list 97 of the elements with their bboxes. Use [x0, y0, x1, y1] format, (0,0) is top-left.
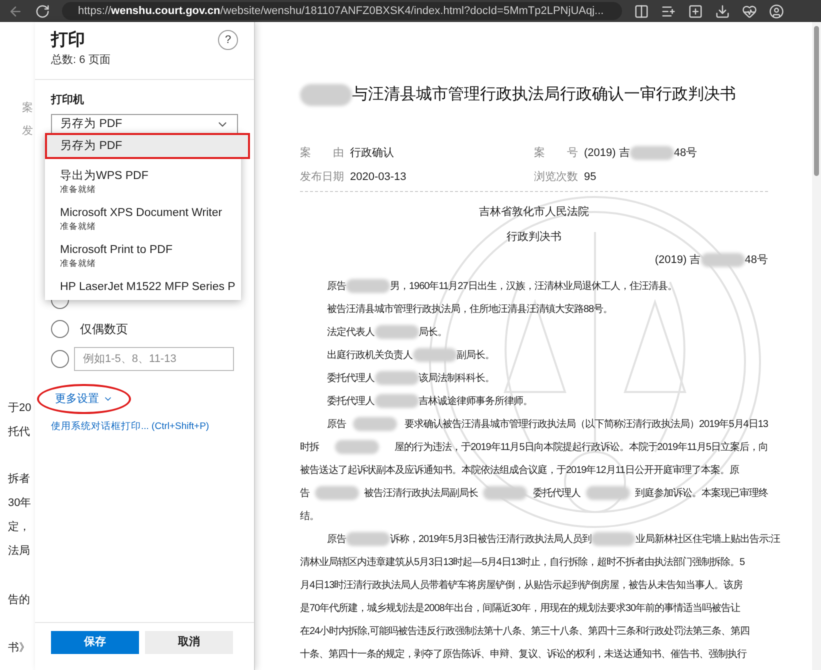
page-count: 总数: 6 页面: [51, 53, 110, 68]
redacted-block: [334, 440, 379, 454]
redacted-block: [300, 84, 352, 106]
option-label: 仅偶数页: [80, 320, 128, 338]
page-text: 30年: [8, 496, 32, 511]
document-text: 业局新林社区住宅墙上贴出告示:汪: [635, 532, 780, 546]
document-text: 被告汪清县城市管理行政执法局，住所地汪清县汪清镇大安路88号。: [327, 302, 613, 316]
panel-title: 打印: [51, 29, 86, 51]
document-text: 在24小时内拆除,可能吗被告违反行政强制法第十八条、第三十八条、第四十三条和行政处罚法第三条、第四: [300, 624, 750, 638]
printer-status: 准备就绪: [60, 220, 97, 232]
document-text: 48号: [674, 146, 698, 161]
printer-status: 准备就绪: [60, 183, 97, 195]
page-text: 告的: [8, 592, 31, 608]
page-text: 托代: [8, 425, 31, 440]
redacted-block: [353, 417, 398, 431]
redacted-block: [346, 532, 390, 546]
document-text: 法定代表人: [327, 326, 374, 340]
printer-label: 打印机: [51, 92, 85, 108]
collections-icon[interactable]: [688, 4, 703, 18]
redacted-block: [346, 279, 390, 293]
page-text: 定，: [8, 520, 31, 535]
document-text: 2020-03-13: [350, 170, 406, 185]
document-text: 委托代理人: [532, 486, 580, 500]
court-name: 吉林省敦化市人民法院: [479, 204, 589, 220]
redacted-block: [374, 371, 418, 385]
meta-label: 案 号: [534, 146, 578, 161]
document-text: 原告: [327, 532, 346, 546]
document-text: 局长。: [418, 326, 447, 340]
printer-option[interactable]: 另存为 PDF: [45, 133, 250, 159]
document-text: 被告汪清行政执法局副局长: [364, 486, 478, 500]
redacted-block: [700, 253, 745, 268]
document-text: (2019) 吉: [584, 146, 630, 161]
document-text: 到庭参加诉讼。本案现已审理终: [634, 486, 768, 500]
page-text: 于20: [8, 401, 32, 416]
favorites-icon[interactable]: [661, 4, 676, 18]
document-text: 原告: [327, 280, 346, 294]
heart-icon[interactable]: [742, 4, 757, 18]
document-text: 是70年代所建，城乡规划法是2008年出台，间隔近30年，用现在的规划法要求30年前的事情适当吗被告让: [300, 602, 740, 616]
redacted-block: [630, 146, 674, 160]
document-text: 原告: [327, 418, 346, 432]
redacted-block: [483, 486, 528, 500]
cancel-button[interactable]: 取消: [145, 631, 233, 654]
help-button[interactable]: ?: [218, 30, 238, 50]
radio-button[interactable]: [51, 320, 69, 338]
radio-button[interactable]: [51, 350, 69, 368]
printer-option[interactable]: 导出为WPS PDF 准备就绪: [45, 167, 250, 197]
document-text: 95: [584, 170, 596, 185]
document-text: 时拆: [300, 440, 319, 454]
document-text: 该局法制科科长。: [418, 372, 494, 386]
printer-status: 准备就绪: [60, 257, 97, 269]
document-text: 结。: [300, 510, 319, 524]
refresh-icon[interactable]: [35, 4, 50, 18]
redacted-block: [374, 394, 418, 408]
page-range-field[interactable]: 例如1-5、8、11-13: [74, 347, 234, 371]
redacted-block: [591, 532, 636, 546]
url-text: https://wenshu.court.gov.cn/website/wenshu/181107ANFZ0BXSK4/index.html?docId=5MmTp2LPNjUAqj...: [78, 4, 604, 19]
page-text: 发: [21, 124, 34, 139]
page-text: 法局: [8, 544, 31, 559]
document-text: 月4日13时汪清行政执法局人员带着铲车将房屋铲倒，从贴告示起到铲倒房屋，被告从未告知当事人。该房: [300, 578, 743, 592]
document-text: 委托代理人: [327, 394, 374, 408]
document-text: 被告送达了起诉状副本及应诉通知书。本院依法组成合议庭，于2019年12月11日公开开庭审理了本案。原: [300, 464, 739, 478]
document-text: (2019) 吉: [654, 253, 701, 268]
redacted-block: [412, 348, 456, 362]
document-text: 行政确认: [350, 146, 394, 161]
document-text: 告: [300, 486, 310, 500]
document-text: 与汪清县城市管理行政执法局行政确认一审行政判决书: [352, 84, 736, 105]
printer-option[interactable]: Microsoft XPS Document Writer 准备就绪: [45, 204, 250, 234]
document-text: 48号: [744, 253, 768, 268]
meta-label: 发布日期: [300, 170, 344, 185]
document-text: 男，1960年11月27日出生，汉族，汪清林业局退休工人，住汪清县。: [390, 280, 677, 294]
profile-icon[interactable]: [769, 4, 784, 18]
page-text: 案: [21, 100, 34, 116]
redacted-block: [314, 486, 359, 500]
document-text: 委托代理人: [327, 372, 374, 386]
split-screen-icon[interactable]: [634, 4, 649, 18]
meta-label: 案 由: [300, 146, 344, 161]
document-text: 副局长。: [456, 348, 494, 362]
document-text: 屋的行为违法，于2019年11月5日向本院提起行政诉讼。本院于2019年11月5日立案后，向: [394, 440, 768, 454]
more-settings-link[interactable]: 更多设置: [37, 384, 131, 414]
address-bar[interactable]: https://wenshu.court.gov.cn/website/wenshu/181107ANFZ0BXSK4/index.html?docId=5MmTp2LPNjUAqj...: [62, 2, 622, 20]
page-text: 拆者: [8, 472, 31, 487]
document-text: 十条、第四十一条的规定，剥夺了原告陈诉、申辩、复议、诉讼的权利，未送达通知书、催告书、强制执行: [300, 648, 746, 662]
document-text: 吉林诚途律师事务所律师。: [418, 394, 532, 408]
document-text: 要求确认被告汪清县城市管理行政执法局（以下简称汪清行政执法局）2019年5月4日13: [404, 418, 768, 432]
redacted-block: [586, 486, 630, 500]
page-text: 书》: [8, 641, 31, 656]
system-dialog-link[interactable]: 使用系统对话框打印... (Ctrl+Shift+P): [51, 420, 238, 434]
document-text: 出庭行政机关负责人: [327, 348, 412, 362]
printer-option[interactable]: Microsoft Print to PDF 准备就绪: [45, 241, 250, 271]
document-text: 诉称，2019年5月3日被告汪清行政执法局人员到: [390, 532, 592, 546]
save-button[interactable]: 保存: [51, 631, 139, 654]
redacted-block: [374, 325, 418, 339]
printer-option[interactable]: HP LaserJet M1522 MFP Series P: [45, 278, 250, 296]
document-type: 行政判决书: [506, 230, 562, 244]
meta-label: 浏览次数: [534, 170, 578, 185]
download-icon[interactable]: [715, 4, 730, 18]
document-text: 清林业局辖区内违章建筑从5月3日13时起—5月4日13时止，自行拆除，超时不拆者由执法部门强制拆除。5: [300, 556, 745, 570]
